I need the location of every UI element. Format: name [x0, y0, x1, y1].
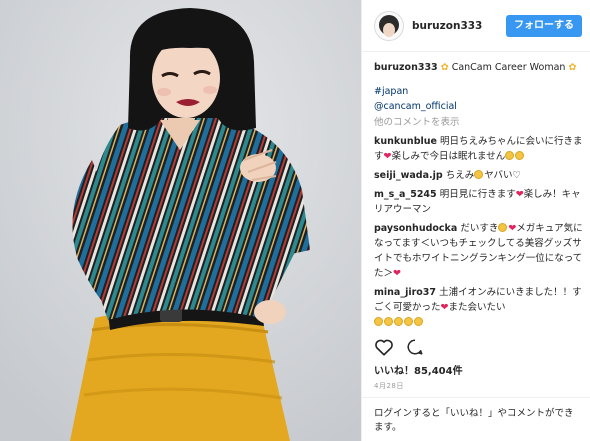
- comment-username[interactable]: mina_jiro37: [374, 287, 436, 298]
- follow-button[interactable]: フォローする: [506, 15, 582, 37]
- login-prompt: ログインすると「いいね！」やコメントができます。: [362, 397, 590, 441]
- smile-emoji-icon: [505, 151, 515, 160]
- header-username[interactable]: buruzon333: [412, 20, 482, 32]
- star-icon: ✿: [440, 62, 449, 73]
- smile-emoji-icon: [374, 317, 383, 326]
- comment-text-tail: 楽しみで今日は眠れません: [391, 151, 506, 162]
- heart-outline-icon[interactable]: [374, 338, 394, 360]
- comment-username[interactable]: kunkunblue: [374, 136, 437, 147]
- hashtag-link[interactable]: #japan: [374, 84, 584, 99]
- comment-icon[interactable]: [406, 338, 424, 360]
- post-date[interactable]: 4月28日: [374, 381, 404, 391]
- comment-text: だいすき: [460, 223, 499, 234]
- heart-emoji-icon: ❤: [393, 268, 401, 279]
- post-header: buruzon333 フォローする: [362, 0, 590, 52]
- comment-username[interactable]: seiji_wada.jp: [374, 170, 443, 181]
- smile-emoji-icon: [474, 170, 484, 179]
- comment-item: mina_jiro37 土浦イオンみにいきました！！すごく可愛かった❤また会いた…: [374, 285, 584, 330]
- post-sidebar: buruzon333 フォローする buruzon333 ✿ CanCam Ca…: [362, 0, 590, 441]
- smile-emoji-icon: [498, 223, 508, 232]
- smile-emoji-icon: [394, 317, 403, 326]
- comment-text-tail: また会いたい: [448, 302, 506, 313]
- comment-username[interactable]: paysonhudocka: [374, 223, 457, 234]
- comments-area: buruzon333 ✿ CanCam Career Woman ✿ #japa…: [374, 60, 584, 334]
- comment-item: m_s_a_5245 明日見に行きます❤楽しみ！キャリアウーマン: [374, 187, 584, 217]
- comment-text-tail: ヤバい♡: [484, 170, 522, 181]
- post-photo[interactable]: [0, 0, 362, 441]
- comment-item: seiji_wada.jp ちえみ ヤバい♡: [374, 168, 584, 183]
- login-link[interactable]: ログイン: [374, 408, 412, 419]
- post-photo-image: [0, 0, 361, 441]
- caption: buruzon333 ✿ CanCam Career Woman ✿: [374, 60, 584, 75]
- avatar[interactable]: [374, 10, 404, 41]
- caption-text: CanCam Career Woman: [451, 62, 566, 73]
- comment-item: kunkunblue 明日ちえみちゃんに会いに行きます❤楽しみで今日は眠れません: [374, 134, 584, 164]
- comment-text: ちえみ: [445, 170, 475, 181]
- smile-emoji-icon: [404, 317, 413, 326]
- caption-tags: #japan @cancam_official: [374, 84, 584, 114]
- heart-emoji-icon: ❤: [515, 189, 524, 200]
- comment-text: 明日見に行きます: [439, 189, 516, 200]
- mention-link[interactable]: @cancam_official: [374, 99, 584, 114]
- smile-emoji-icon: [414, 317, 423, 326]
- star-icon: ✿: [568, 62, 577, 73]
- more-comments-link[interactable]: 他のコメントを表示: [374, 115, 584, 130]
- comment-username[interactable]: m_s_a_5245: [374, 189, 437, 200]
- likes-count[interactable]: いいね！85,404件: [374, 362, 463, 377]
- smile-emoji-icon: [515, 151, 525, 160]
- caption-username[interactable]: buruzon333: [374, 62, 438, 73]
- comment-item: paysonhudocka だいすき ❤メガキュア気になってます＜いつもチェックし…: [374, 221, 584, 281]
- smile-emoji-icon: [384, 317, 393, 326]
- post-actions: [374, 338, 424, 360]
